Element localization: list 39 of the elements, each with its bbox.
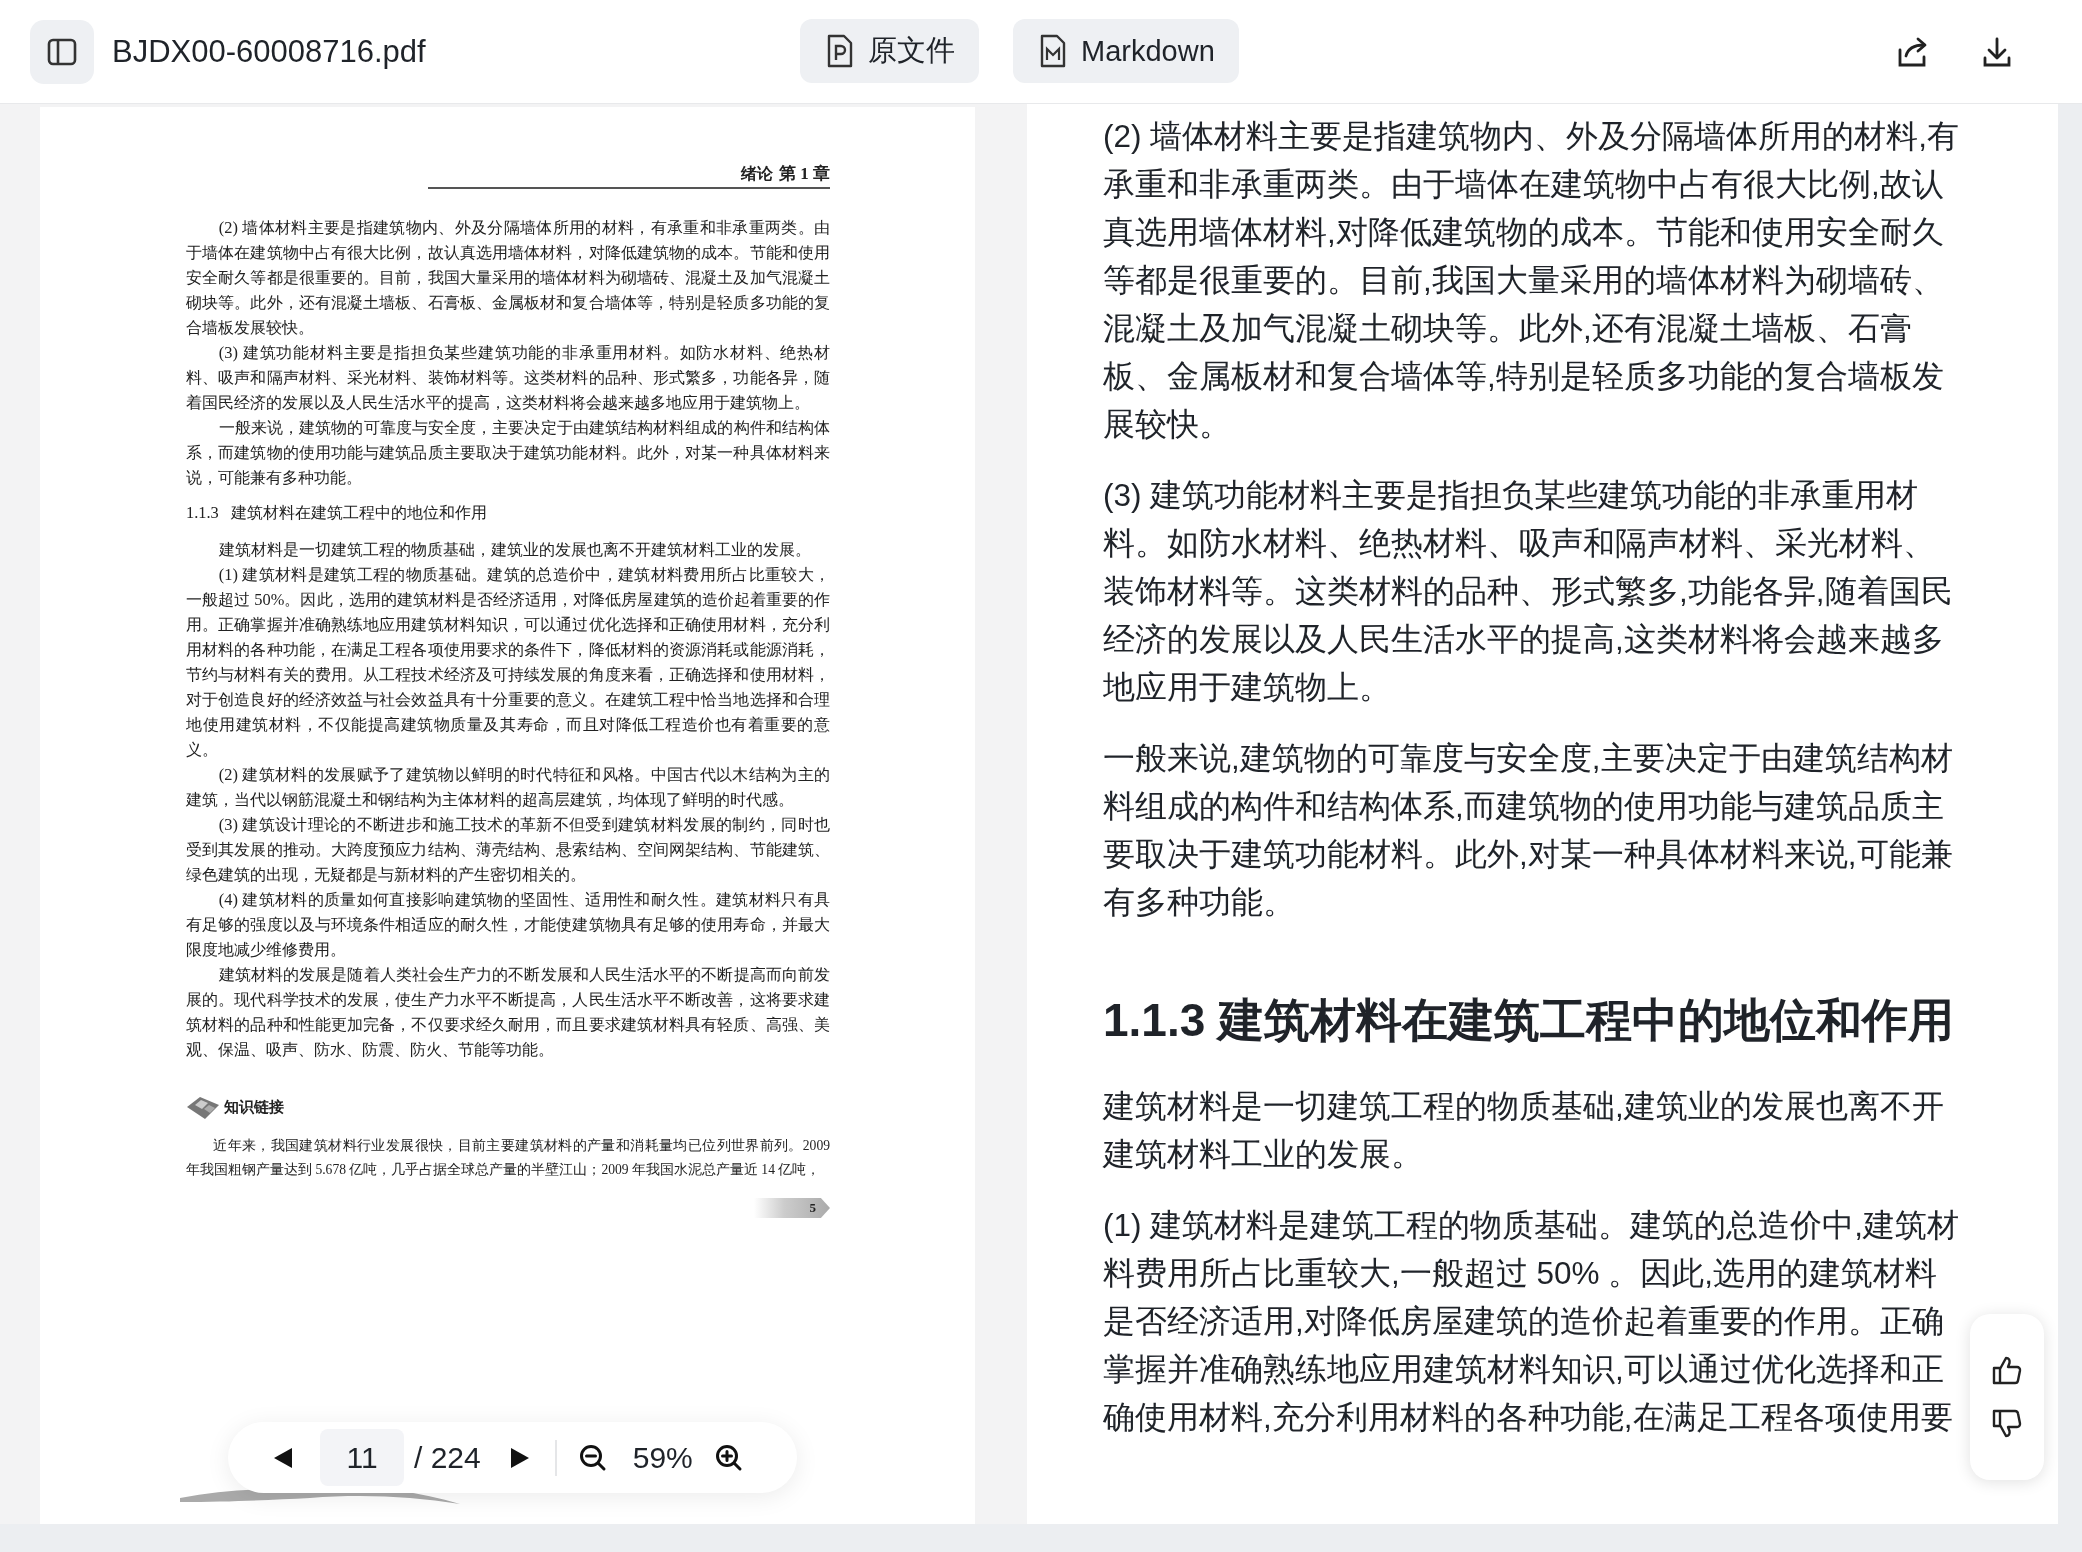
page-paragraph: (2) 墙体材料主要是指建筑物内、外及分隔墙体所用的材料，有承重和非承重两类。由于墙体在建筑物中占有很大比例，故认真选用墙体材料，对降低建筑物的成本。节能和使用安全耐久等都是很重要的。目前，我国大量采用的墙体材料为砌墙砖、混凝土及加气混凝土砌块等。此外，还有混凝土墙板、石膏板、金属板材和复合墙体等，特别是轻质多功能的复合墙板发展较快。 <box>186 217 830 339</box>
markdown-file-icon <box>1039 34 1067 68</box>
markdown-paragraph: (1) 建筑材料是建筑工程的物质基础。建筑的总造价中,建筑材料费用所占比重较大,一般超过 50% 。因此,选用的建筑材料是否经济适用,对降低房屋建筑的造价起着重要的作用。正确掌握并准确熟练地应用建筑材料知识,可以通过优化选择和正确使用材料,充分利用材料的各种功能,在满足工程各项使用要 <box>1103 1206 1960 1437</box>
page-paragraph: 一般来说，建筑物的可靠度与安全度，主要决定于由建筑结构材料组成的构件和结构体系，而建筑物的使用功能与建筑品质主要取决于建筑功能材料。此外，对某一种具体材料来说，可能兼有多种功能。 <box>186 417 830 489</box>
markdown-paragraph: (3) 建筑功能材料主要是指担负某些建筑功能的非承重用材料。如防水材料、绝热材料、吸声和隔声材料、采光材料、装饰材料等。这类材料的品种、形式繁多,功能各异,随着国民经济的发展以及人民生活水平的提高,这类材料将会越来越多地应用于建筑物上。 <box>1103 476 1954 707</box>
chapter-label: 第 1 章 <box>779 163 830 185</box>
view-tab[interactable]: 原文件 <box>800 19 979 83</box>
page-paragraph: (4) 建筑材料的质量如何直接影响建筑物的坚固性、适用性和耐久性。建筑材料只有具有足够的强度以及与环境条件相适应的耐久性，才能使建筑物具有足够的使用寿命，并最大限度地减少维修费用。 <box>186 889 830 961</box>
page-paragraph: 建筑材料是一切建筑工程的物质基础，建筑业的发展也离不开建筑材料工业的发展。 <box>217 539 812 561</box>
markdown-paragraph: 建筑材料是一切建筑工程的物质基础,建筑业的发展也离不开建筑材料工业的发展。 <box>1103 1087 1945 1174</box>
previous-page-icon[interactable] <box>272 1445 294 1470</box>
zoom-out-icon[interactable] <box>578 1443 607 1472</box>
thumbs-up-icon[interactable] <box>1991 1354 2023 1386</box>
page-paragraph: (1) 建筑材料是建筑工程的物质基础。建筑的总造价中，建筑材料费用所占比重较大，一般超过 50%。因此，选用的建筑材料是否经济适用，对降低房屋建筑的造价起着重要的作用。正确掌握并准确熟练地应用建筑材料知识，可以通过优化选择和正确使用材料，充分利用材料的各种功能，在满足工程各项使用要求的条件下，降低材料的资源消耗或能源消耗，节约与材料有关的费用。从工程技术经济及可持续发展的角度来看，正确选择和使用材料，对于创造良好的经济效益与社会效益具有十分重要的意义。在建筑工程中恰当地选择和合理地使用建筑材料，不仅能提高建筑物质量及其寿命，而且对降低工程造价也有着重要的意义。 <box>186 564 830 761</box>
page-paragraph: (3) 建筑功能材料主要是指担负某些建筑功能的非承重用材料。如防水材料、绝热材料、吸声和隔声材料、采光材料、装饰材料等。这类材料的品种、形式繁多，功能各异，随着国民经济的发展以及人民生活水平的提高，这类材料将会越来越多地应用于建筑物上。 <box>186 342 830 414</box>
knowledge-link-title: 知识链接 <box>224 1097 284 1117</box>
zoom-level: 59% <box>632 1440 693 1475</box>
pdf-file-icon <box>826 34 854 68</box>
section-label: 绪论 <box>741 164 773 184</box>
page-paragraph: 建筑材料的发展是随着人类社会生产力的不断发展和人民生活水平的不断提高而向前发展的。现代科学技术的发展，使生产力水平不断提高，人民生活水平不断改善，这将要求建筑材料的品种和性能更加完备，不仅要求经久耐用，而且要求建筑材料具有轻质、高强、美观、保温、吸声、防水、防震、防火、节能等功能。 <box>186 964 830 1061</box>
view-tab[interactable]: Markdown <box>1013 19 1239 83</box>
sidebar-icon <box>47 37 77 66</box>
download-icon[interactable] <box>1982 35 2012 68</box>
page-paragraph: (3) 建筑设计理论的不断进步和施工技术的革新不但受到建筑材料发展的制约，同时也受到其发展的推动。大跨度预应力结构、薄壳结构、悬索结构、空间网架结构、节能建筑、绿色建筑的出现，无疑都是与新材料的产生密切相关的。 <box>186 814 830 886</box>
page-paragraph: (2) 建筑材料的发展赋予了建筑物以鲜明的时代特征和风格。中国古代以木结构为主的建筑，当代以钢筋混凝土和钢结构为主体材料的超高层建筑，均体现了鲜明的时代感。 <box>186 764 830 811</box>
puzzle-icon <box>186 1094 220 1120</box>
thumbs-down-icon[interactable] <box>1991 1408 2023 1440</box>
page-heading: 1.1.3 建筑材料在建筑工程中的地位和作用 <box>186 502 489 524</box>
markdown-paragraph: (2) 墙体材料主要是指建筑物内、外及分隔墙体所用的材料,有承重和非承重两类。由于墙体在建筑物中占有很大比例,故认真选用墙体材料,对降低建筑物的成本。节能和使用安全耐久等都是很重要的。目前,我国大量采用的墙体材料为砌墙砖、混凝土及加气混凝土砌块等。此外,还有混凝土墙板、石膏板、金属板材和复合墙体等,特别是轻质多功能的复合墙板发展较快。 <box>1103 117 1960 444</box>
sidebar-toggle-button[interactable] <box>30 19 94 84</box>
knowledge-link-text: 近年来，我国建筑材料行业发展很快，目前主要建筑材料的产量和消耗量均已位列世界前列。2009 年我国粗钢产量达到 5.678 亿吨，几乎占据全球总产量的半壁江山；2009 年我国水泥总产量近 14 亿吨， <box>186 1137 830 1179</box>
markdown-paragraph: 一般来说,建筑物的可靠度与安全度,主要决定于由建筑结构材料组成的构件和结构体系,而建筑物的使用功能与建筑品质主要取决于建筑功能材料。此外,对某一种具体材料来说,可能兼有多种功能。 <box>1103 739 1954 922</box>
zoom-in-icon[interactable] <box>714 1443 743 1472</box>
markdown-heading: 1.1.3 建筑材料在建筑工程中的地位和作用 <box>1103 993 1956 1048</box>
next-page-icon[interactable] <box>508 1445 531 1470</box>
page-input[interactable]: 11 <box>320 1429 404 1486</box>
file-name: BJDX00-60008716.pdf <box>112 33 426 70</box>
page-total: / 224 <box>414 1440 481 1475</box>
page-number: 5 <box>754 1198 830 1218</box>
